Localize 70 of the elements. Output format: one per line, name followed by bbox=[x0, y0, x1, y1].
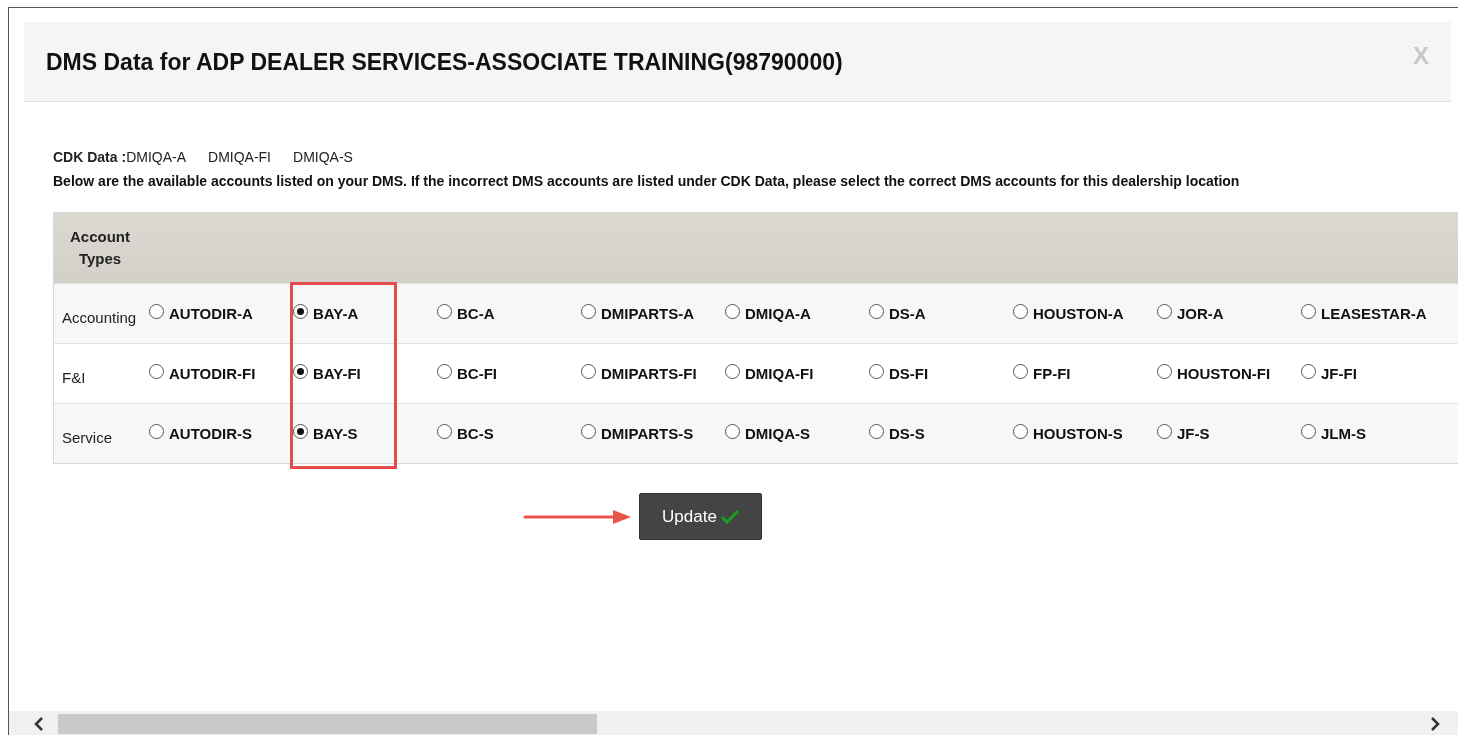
column-header: Account Types bbox=[69, 227, 131, 269]
account-radio-option[interactable]: DMIQA-S bbox=[725, 425, 810, 442]
account-radio-option[interactable]: AUTODIR-FI bbox=[149, 365, 256, 382]
radio-button[interactable] bbox=[725, 364, 740, 379]
radio-button[interactable] bbox=[437, 424, 452, 439]
account-radio-option[interactable]: LEASESTAR-A bbox=[1301, 305, 1427, 322]
cdk-data-label: CDK Data : bbox=[53, 149, 127, 165]
radio-button[interactable] bbox=[869, 424, 884, 439]
account-radio-option[interactable]: AUTODIR-S bbox=[149, 425, 253, 442]
scrollbar-thumb[interactable] bbox=[58, 713, 597, 734]
account-radio-option[interactable]: DS-FI bbox=[869, 365, 929, 382]
account-type-label: Accounting bbox=[61, 309, 138, 326]
radio-button[interactable] bbox=[293, 424, 308, 439]
account-radio-option[interactable]: DS-S bbox=[869, 425, 925, 442]
account-radio-option[interactable]: DS-A bbox=[869, 305, 926, 322]
radio-button[interactable] bbox=[149, 364, 164, 379]
cdk-data-value: DMIQA-FI bbox=[208, 149, 271, 165]
account-radio-option[interactable]: DMIQA-FI bbox=[725, 365, 814, 382]
radio-button[interactable] bbox=[437, 304, 452, 319]
account-radio-option[interactable]: BAY-S bbox=[293, 425, 358, 442]
scroll-right-icon[interactable] bbox=[1429, 716, 1441, 731]
radio-button[interactable] bbox=[725, 424, 740, 439]
account-radio-option[interactable]: BC-A bbox=[437, 305, 495, 322]
account-radio-option[interactable]: DMIPARTS-A bbox=[581, 305, 695, 322]
account-radio-option[interactable]: JOR-A bbox=[1157, 305, 1224, 322]
account-radio-option[interactable]: FP-FI bbox=[1013, 365, 1071, 382]
radio-button[interactable] bbox=[869, 304, 884, 319]
account-radio-option[interactable]: HOUSTON-A bbox=[1013, 305, 1124, 322]
account-radio-option[interactable]: DMIPARTS-FI bbox=[581, 365, 697, 382]
account-radio-option[interactable]: JF-FI bbox=[1301, 365, 1357, 382]
radio-button[interactable] bbox=[1157, 364, 1172, 379]
account-radio-option[interactable]: BC-S bbox=[437, 425, 494, 442]
cdk-data-value: DMIQA-A bbox=[126, 149, 186, 165]
radio-button[interactable] bbox=[1301, 424, 1316, 439]
radio-button[interactable] bbox=[437, 364, 452, 379]
radio-button[interactable] bbox=[149, 424, 164, 439]
radio-button[interactable] bbox=[869, 364, 884, 379]
scroll-left-icon[interactable] bbox=[33, 716, 45, 731]
account-radio-option[interactable]: JLM-S bbox=[1301, 425, 1366, 442]
account-radio-option[interactable]: BC-FI bbox=[437, 365, 497, 382]
account-radio-option[interactable]: HOUSTON-FI bbox=[1157, 365, 1271, 382]
radio-button[interactable] bbox=[1013, 424, 1028, 439]
radio-button[interactable] bbox=[1157, 304, 1172, 319]
update-button[interactable]: Update bbox=[639, 493, 762, 540]
account-type-label: F&I bbox=[61, 369, 87, 386]
radio-button[interactable] bbox=[725, 304, 740, 319]
radio-button[interactable] bbox=[581, 424, 596, 439]
checkmark-icon bbox=[720, 509, 739, 524]
account-radio-option[interactable]: HOUSTON-S bbox=[1013, 425, 1123, 442]
account-radio-option[interactable]: BAY-A bbox=[293, 305, 359, 322]
account-radio-option[interactable]: AUTODIR-A bbox=[149, 305, 253, 322]
radio-button[interactable] bbox=[1013, 304, 1028, 319]
radio-button[interactable] bbox=[293, 364, 308, 379]
radio-button[interactable] bbox=[1157, 424, 1172, 439]
account-radio-option[interactable]: DMIPARTS-S bbox=[581, 425, 694, 442]
radio-button[interactable] bbox=[1301, 364, 1316, 379]
radio-button[interactable] bbox=[293, 304, 308, 319]
radio-button[interactable] bbox=[1301, 304, 1316, 319]
account-radio-option[interactable]: BAY-FI bbox=[293, 365, 361, 382]
radio-button[interactable] bbox=[581, 364, 596, 379]
radio-button[interactable] bbox=[1013, 364, 1028, 379]
radio-button[interactable] bbox=[581, 304, 596, 319]
dialog-title: DMS Data for ADP DEALER SERVICES-ASSOCIATE TRAINING(98790000) bbox=[46, 49, 843, 76]
radio-button[interactable] bbox=[149, 304, 164, 319]
account-type-label: Service bbox=[61, 429, 114, 446]
instructions-text: Below are the available accounts listed on your DMS. If the incorrect DMS accounts are listed under CDK Data, please select the correct DMS accounts for this dealership location bbox=[53, 173, 1241, 189]
horizontal-scrollbar[interactable] bbox=[9, 711, 1458, 735]
account-radio-option[interactable]: JF-S bbox=[1157, 425, 1210, 442]
account-radio-option[interactable]: DMIQA-A bbox=[725, 305, 811, 322]
cdk-data-value: DMIQA-S bbox=[293, 149, 353, 165]
